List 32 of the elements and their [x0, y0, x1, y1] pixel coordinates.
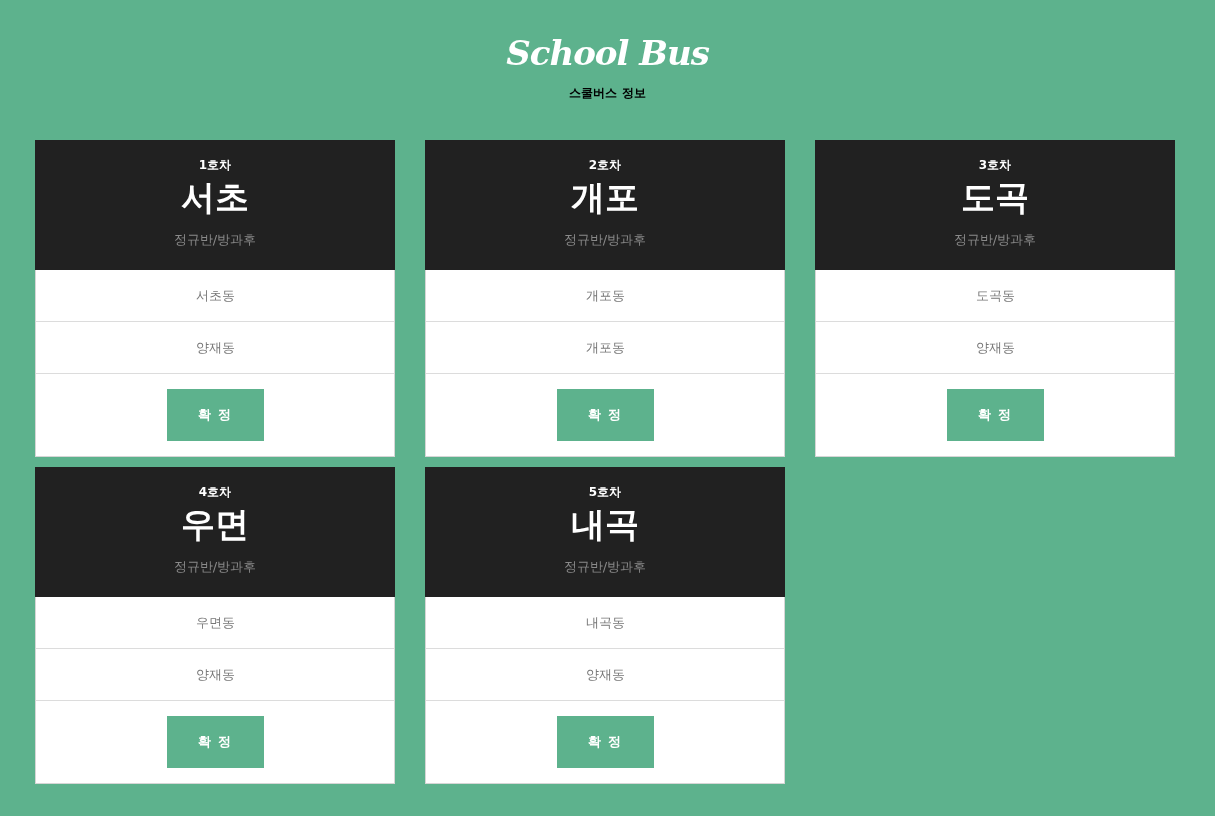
- area-name: 도곡: [961, 176, 1029, 219]
- class-type: 정규반/방과후: [953, 231, 1037, 249]
- class-type: 정규반/방과후: [173, 558, 257, 576]
- confirm-button[interactable]: 확 정: [166, 716, 264, 768]
- confirm-button[interactable]: 확 정: [556, 716, 654, 768]
- stop-name: 양재동: [975, 338, 1015, 357]
- stop-name: 양재동: [195, 338, 235, 357]
- stop-name: 내곡동: [585, 613, 625, 632]
- bus-number: 1호차: [198, 157, 232, 173]
- area-name: 우면: [181, 503, 249, 546]
- area-name: 서초: [181, 176, 249, 219]
- stop-name: 개포동: [585, 338, 625, 357]
- class-type: 정규반/방과후: [563, 231, 647, 249]
- stop-name: 양재동: [585, 665, 625, 684]
- bus-number: 3호차: [978, 157, 1012, 173]
- area-name: 내곡: [571, 503, 639, 546]
- page-title: School Bus: [506, 32, 709, 75]
- class-type: 정규반/방과후: [173, 231, 257, 249]
- stop-name: 서초동: [195, 286, 235, 305]
- stop-name: 도곡동: [975, 286, 1015, 305]
- area-name: 개포: [571, 176, 639, 219]
- confirm-button[interactable]: 확 정: [166, 389, 264, 441]
- bus-number: 5호차: [588, 484, 622, 500]
- page-subtitle: 스쿨버스 정보: [569, 85, 646, 101]
- class-type: 정규반/방과후: [563, 558, 647, 576]
- stop-name: 양재동: [195, 665, 235, 684]
- stop-name: 우면동: [195, 613, 235, 632]
- bus-number: 2호차: [588, 157, 622, 173]
- bus-number: 4호차: [198, 484, 232, 500]
- stop-name: 개포동: [585, 286, 625, 305]
- confirm-button[interactable]: 확 정: [556, 389, 654, 441]
- confirm-button[interactable]: 확 정: [946, 389, 1044, 441]
